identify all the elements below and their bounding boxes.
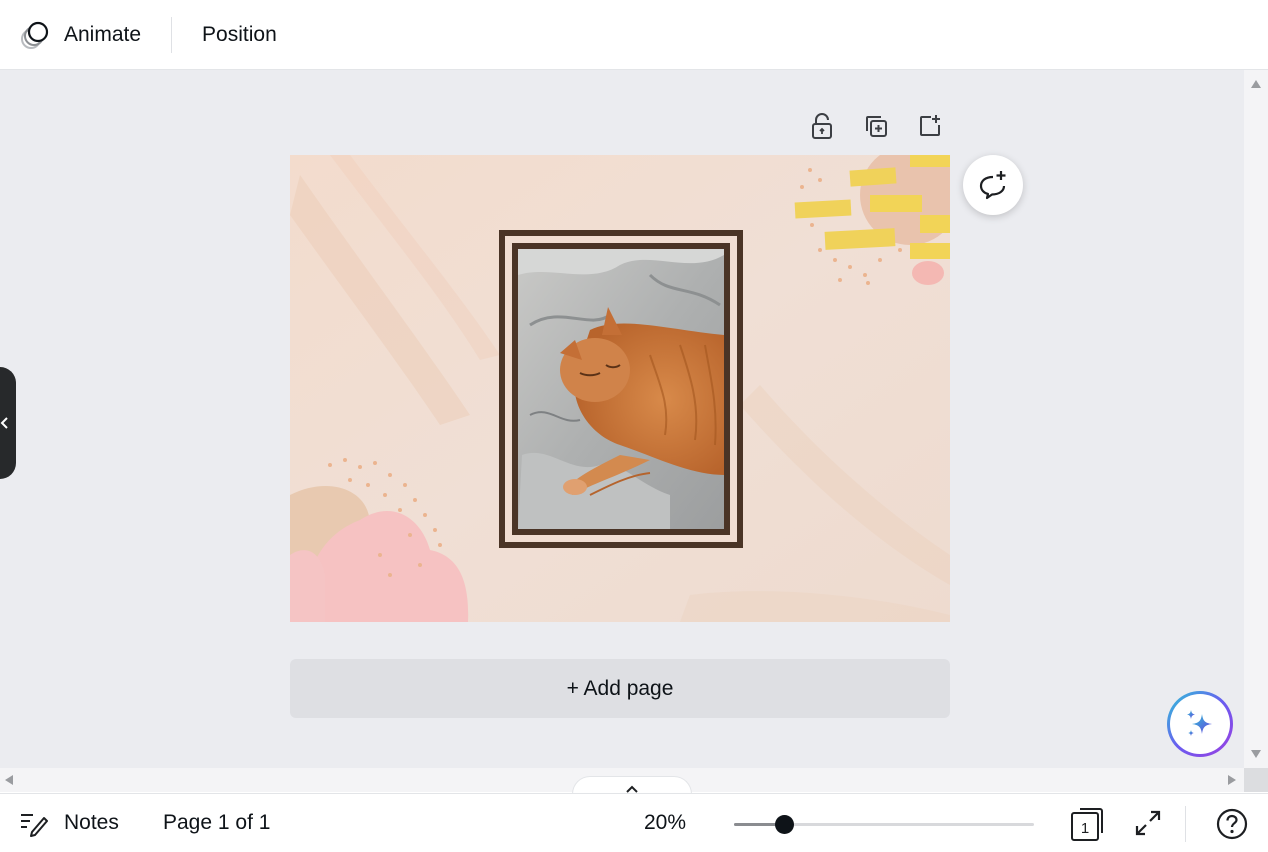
animate-label: Animate xyxy=(64,22,142,46)
page-grid-button[interactable]: 1 xyxy=(1068,806,1106,842)
unlock-icon xyxy=(812,113,832,139)
scroll-right-arrow-icon[interactable] xyxy=(1228,775,1236,785)
add-page-top-button[interactable] xyxy=(914,110,946,142)
vertical-scrollbar[interactable] xyxy=(1244,70,1268,768)
page-tools xyxy=(806,110,946,142)
page-count: 1 xyxy=(1081,820,1089,837)
sparkle-icon xyxy=(1187,710,1212,736)
animate-button[interactable]: Animate xyxy=(6,13,153,57)
scroll-down-arrow-icon[interactable] xyxy=(1251,750,1261,758)
scroll-left-arrow-icon[interactable] xyxy=(5,775,13,785)
zoom-slider-knob[interactable] xyxy=(775,815,794,834)
chevron-left-icon xyxy=(0,417,8,429)
design-page[interactable] xyxy=(290,155,950,622)
zoom-percentage[interactable]: 20% xyxy=(644,811,686,835)
side-panel-toggle[interactable] xyxy=(0,367,16,479)
animate-icon xyxy=(18,18,52,52)
page-indicator: Page 1 of 1 xyxy=(163,811,271,834)
scroll-up-arrow-icon[interactable] xyxy=(1251,80,1261,88)
position-button[interactable]: Position xyxy=(190,13,289,57)
notes-label: Notes xyxy=(64,811,119,834)
lock-page-button[interactable] xyxy=(806,110,838,142)
scrollbar-corner xyxy=(1244,768,1268,792)
bottom-bar: Notes Page 1 of 1 20% 1 xyxy=(0,793,1268,852)
position-label: Position xyxy=(202,22,277,46)
duplicate-page-button[interactable] xyxy=(860,110,892,142)
zoom-slider[interactable] xyxy=(734,815,1034,834)
design-artwork xyxy=(290,155,950,622)
toolbar-divider xyxy=(171,16,173,53)
notes-button[interactable]: Notes xyxy=(18,808,119,838)
notes-icon xyxy=(21,814,48,837)
expand-pages-tab[interactable] xyxy=(572,776,692,794)
magic-assistant-button[interactable] xyxy=(1167,691,1233,757)
top-toolbar: Animate Position xyxy=(0,0,1268,70)
duplicate-page-icon xyxy=(866,116,887,137)
add-comment-icon xyxy=(979,171,1006,200)
bottom-divider xyxy=(1185,806,1186,842)
add-page-button[interactable]: + Add page xyxy=(290,659,950,718)
help-icon[interactable] xyxy=(1216,808,1248,840)
fullscreen-icon[interactable] xyxy=(1133,808,1163,838)
add-page-icon xyxy=(920,115,940,136)
add-comment-button[interactable] xyxy=(963,155,1023,215)
